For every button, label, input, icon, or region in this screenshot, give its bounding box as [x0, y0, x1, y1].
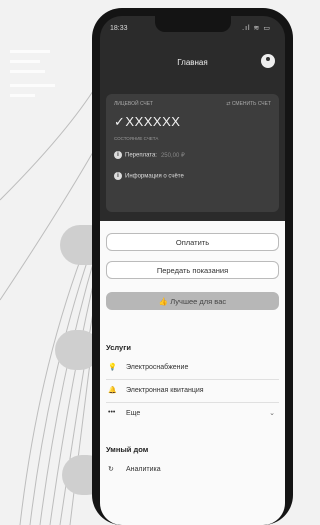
- smart-home-label: Аналитика: [126, 466, 161, 473]
- status-time: 18:33: [110, 25, 128, 32]
- account-info-label: Информация о счёте: [125, 173, 184, 180]
- pay-button[interactable]: Оплатить: [106, 233, 279, 251]
- bulb-icon: 💡: [108, 364, 117, 371]
- service-label: Электроснабжение: [126, 364, 189, 371]
- account-card: ЛИЦЕВОЙ СЧЕТ ⇄ СМЕНИТЬ СЧЕТ ✓XXXXXX СОСТ…: [106, 94, 279, 212]
- smart-home-title: Умный дом: [106, 445, 149, 454]
- account-state-label: СОСТОЯНИЕ СЧЕТА: [114, 136, 159, 141]
- app-screen: 18:33 .ıl ≋ ▭ Главная ЛИЦЕВОЙ СЧЕТ ⇄ СМЕ…: [100, 16, 285, 525]
- overpay-value: 250,00 ₽: [160, 152, 185, 159]
- overpay-label: Переплата:: [125, 152, 157, 159]
- refresh-icon: ↻: [108, 466, 114, 473]
- thumbs-up-icon: 👍: [158, 297, 169, 306]
- services-title: Услуги: [106, 343, 131, 352]
- best-for-you-label: Лучшее для вас: [170, 297, 227, 306]
- service-item-ereceipt[interactable]: 🔔 Электронная квитанция: [106, 384, 279, 400]
- best-for-you-button[interactable]: 👍 Лучшее для вас: [106, 292, 279, 310]
- service-item-more[interactable]: ••• Еще ⌄: [106, 407, 279, 423]
- change-account-link[interactable]: ⇄ СМЕНИТЬ СЧЕТ: [226, 101, 271, 107]
- service-label: Еще: [126, 410, 141, 417]
- more-icon: •••: [108, 409, 116, 416]
- account-info-row[interactable]: i Информация о счёте: [114, 172, 184, 180]
- page-title: Главная: [177, 58, 208, 67]
- chevron-down-icon: ⌄: [269, 410, 275, 417]
- submit-readings-button[interactable]: Передать показания: [106, 261, 279, 279]
- info-icon: i: [114, 172, 122, 180]
- status-icons: .ıl ≋ ▭: [242, 25, 271, 32]
- overpay-row: i Переплата: 250,00 ₽: [114, 151, 185, 159]
- status-bar: 18:33 .ıl ≋ ▭: [100, 16, 285, 40]
- divider: [106, 402, 279, 403]
- smart-home-item-analytics[interactable]: ↻ Аналитика: [106, 463, 279, 479]
- info-icon: i: [114, 151, 122, 159]
- service-label: Электронная квитанция: [126, 387, 204, 394]
- profile-icon[interactable]: [261, 54, 275, 68]
- account-number: ✓XXXXXX: [114, 114, 181, 129]
- service-item-electricity[interactable]: 💡 Электроснабжение: [106, 361, 279, 377]
- account-label: ЛИЦЕВОЙ СЧЕТ: [114, 101, 154, 107]
- main-content: Оплатить Передать показания 👍 Лучшее для…: [100, 221, 285, 525]
- divider: [106, 379, 279, 380]
- bell-icon: 🔔: [108, 387, 117, 394]
